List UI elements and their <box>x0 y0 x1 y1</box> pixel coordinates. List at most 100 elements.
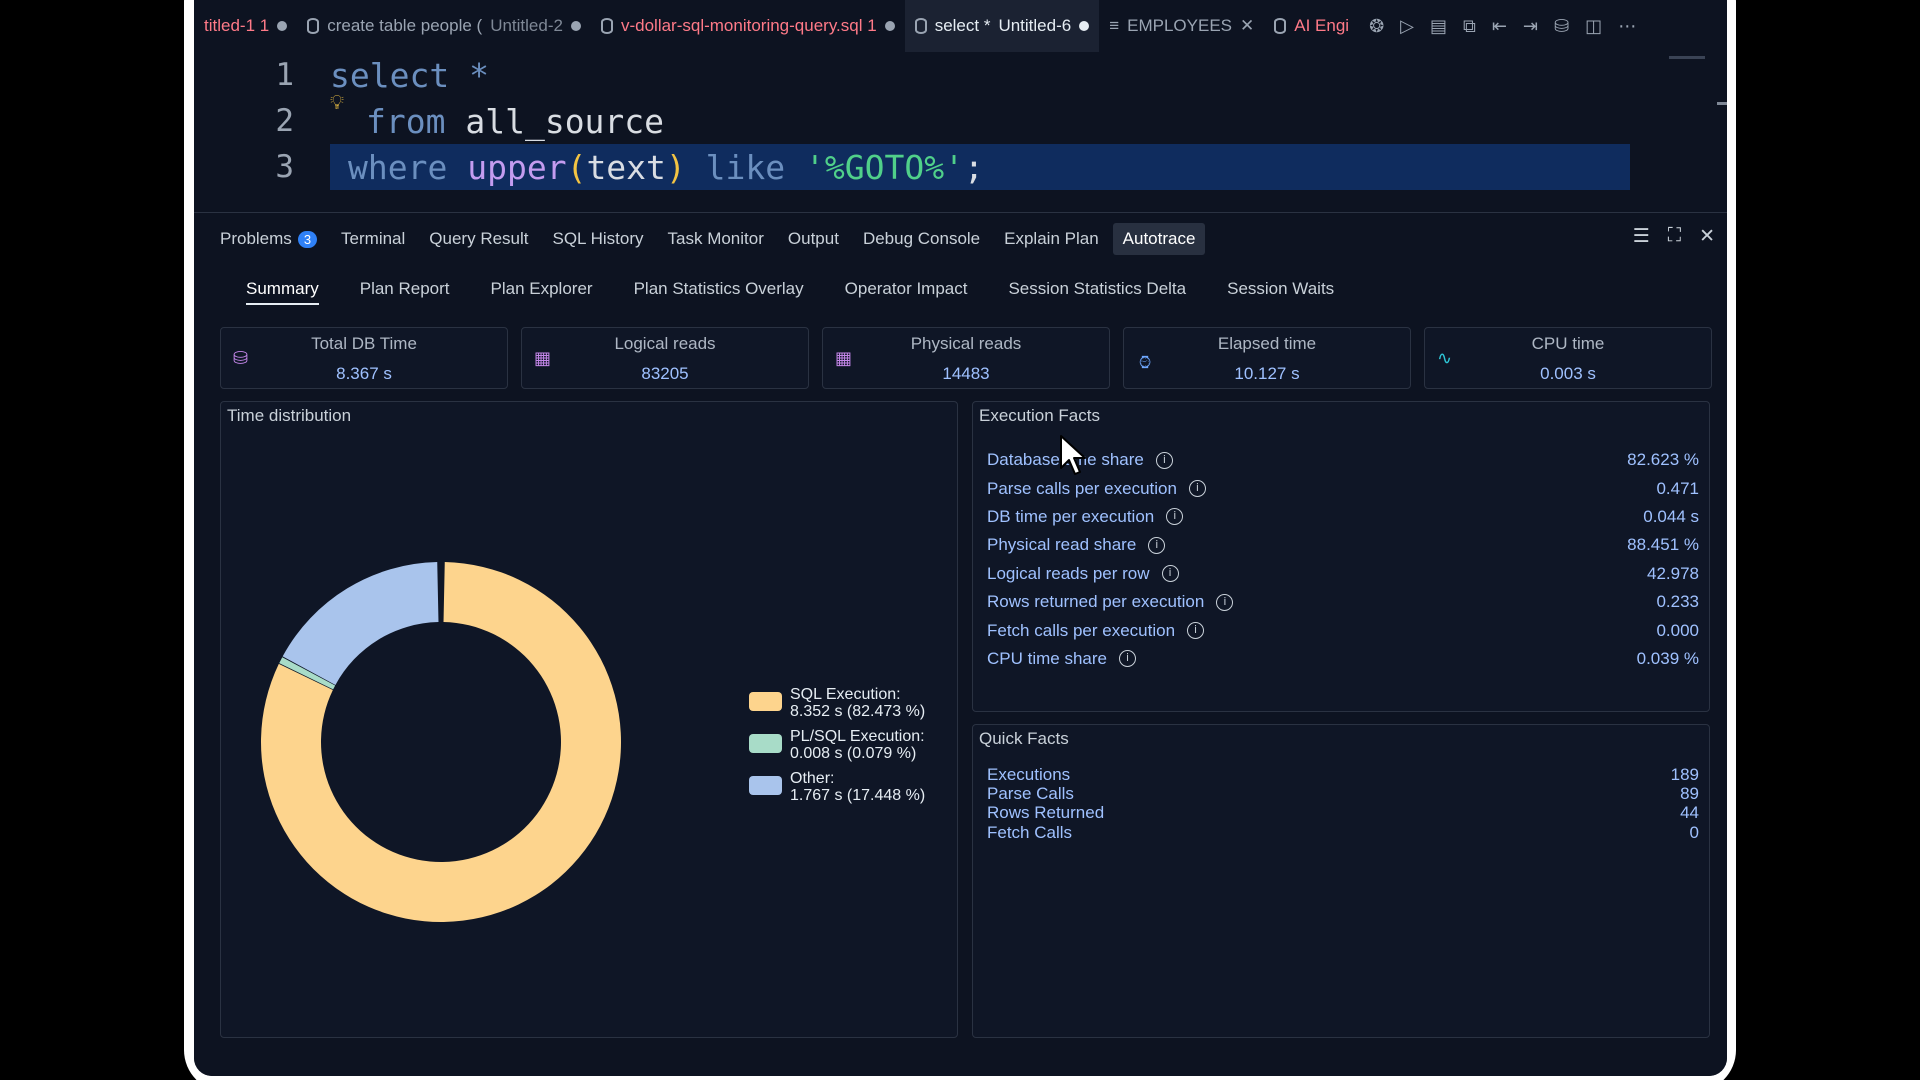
metric-value: 0.003 s <box>1540 364 1596 383</box>
fact-value: 82.623 % <box>1627 450 1699 470</box>
tab-debug-console[interactable]: Debug Console <box>853 223 990 255</box>
quick-fact-label: Executions <box>987 764 1071 784</box>
info-icon[interactable]: i <box>1155 451 1173 469</box>
sql-editor[interactable]: 1 select * 💡︎ 2 from all_source 3 where … <box>194 52 1727 210</box>
info-icon[interactable]: i <box>1118 650 1136 668</box>
quick-fact-value: 0 <box>1689 822 1699 842</box>
tab-v-dollar-sql[interactable]: v-dollar-sql-monitoring-query.sql 1 <box>591 0 905 52</box>
tab-terminal[interactable]: Terminal <box>331 223 415 255</box>
subtab-operator-impact[interactable]: Operator Impact <box>845 279 968 305</box>
metric-cards: ⛁ Total DB Time 8.367 s ▦ Logical reads … <box>220 327 1712 389</box>
quick-fact-label: Rows Returned <box>987 803 1105 823</box>
more-icon[interactable]: ⋯ <box>1618 16 1636 37</box>
commit-icon[interactable]: ⇤ <box>1492 16 1507 37</box>
tab-untitled-1[interactable]: titled-1 1 <box>194 0 297 52</box>
quick-fact-value: 44 <box>1680 803 1699 823</box>
database-icon <box>307 18 320 34</box>
quick-fact-row: Fetch Calls 0 <box>987 823 1699 842</box>
tab-label: Terminal <box>341 229 406 248</box>
ai-icon[interactable]: ❂ <box>1369 16 1384 37</box>
metric-cpu-time: ∿ CPU time 0.003 s <box>1424 327 1712 389</box>
table-icon: ≡ <box>1109 16 1120 35</box>
quick-facts-list: Executions 189 Parse Calls 89 Rows Returne… <box>987 765 1699 843</box>
metric-label: CPU time <box>1531 334 1605 353</box>
tab-label: Debug Console <box>862 229 981 248</box>
tab-autotrace[interactable]: Autotrace <box>1112 223 1206 255</box>
subtab-summary[interactable]: Summary <box>246 279 319 305</box>
modified-dot-icon <box>277 21 288 31</box>
tab-select-untitled-6[interactable]: select * Untitled-6 <box>904 0 1100 52</box>
tab-query-result[interactable]: Query Result <box>419 223 538 255</box>
quick-fact-value: 189 <box>1670 764 1699 784</box>
donut-slice-other[interactable] <box>282 562 439 685</box>
rollback-icon[interactable]: ⇥ <box>1523 16 1538 37</box>
fact-label: DB time per execution <box>987 506 1155 526</box>
legend-item-other[interactable]: Other: 1.767 s (17.448 %) <box>749 770 925 804</box>
code-token: from <box>366 101 446 141</box>
fact-row: Fetch calls per execution i 0.000 <box>987 616 1699 644</box>
execution-facts-list: Database time share i 82.623 % Parse calls… <box>987 446 1699 673</box>
tab-sql-history[interactable]: SQL History <box>543 223 654 255</box>
info-icon[interactable]: i <box>1188 480 1206 498</box>
tab-explain-plan[interactable]: Explain Plan <box>994 223 1109 255</box>
info-icon[interactable]: i <box>1216 593 1234 611</box>
fact-row: Database time share i 82.623 % <box>987 446 1699 474</box>
metric-value: 14483 <box>942 364 990 383</box>
close-icon[interactable]: ✕ <box>1699 225 1715 248</box>
code-token: '%GOTO%' <box>805 147 964 187</box>
tab-employees[interactable]: ≡ EMPLOYEES ✕ <box>1099 0 1264 52</box>
tab-label: v-dollar-sql-monitoring-query.sql 1 <box>620 16 877 35</box>
info-icon[interactable]: i <box>1166 508 1184 526</box>
db-settings-icon[interactable]: ⛁ <box>1554 16 1569 37</box>
screen: titled-1 1 create table people ( Untitle… <box>194 0 1727 1076</box>
mouse-cursor-icon <box>1060 435 1086 475</box>
quick-fact-row: Rows Returned 44 <box>987 803 1699 823</box>
tab-label: Problems <box>220 229 292 248</box>
code-line[interactable]: 2 from all_source <box>194 98 1727 144</box>
tab-problems[interactable]: Problems 3 <box>210 223 327 255</box>
fact-row: Logical reads per row i 42.978 <box>987 560 1699 588</box>
code-token: where <box>348 147 448 187</box>
subtab-plan-report[interactable]: Plan Report <box>360 279 450 305</box>
code-token: like <box>705 147 786 187</box>
database-icon <box>600 18 613 34</box>
subtab-plan-explorer[interactable]: Plan Explorer <box>491 279 593 305</box>
legend-item-plsql-execution[interactable]: PL/SQL Execution: 0.008 s (0.079 %) <box>749 728 925 762</box>
legend-detail: 1.767 s (17.448 %) <box>790 787 926 804</box>
legend-detail: 8.352 s (82.473 %) <box>790 703 926 720</box>
tab-label: EMPLOYEES <box>1127 16 1233 35</box>
run-icon[interactable]: ▷ <box>1400 16 1414 37</box>
close-icon[interactable]: ✕ <box>1240 16 1254 36</box>
run-script-icon[interactable]: ▤ <box>1430 16 1447 37</box>
fact-value: 0.039 % <box>1636 648 1699 668</box>
maximize-icon[interactable]: ⛶ <box>1668 225 1681 248</box>
tab-ai-engine[interactable]: AI Engi <box>1264 0 1359 52</box>
legend-item-sql-execution[interactable]: SQL Execution: 8.352 s (82.473 %) <box>749 686 925 720</box>
filter-icon[interactable]: ☰ <box>1633 225 1650 248</box>
tab-task-monitor[interactable]: Task Monitor <box>658 223 774 255</box>
fact-label: Parse calls per execution <box>987 478 1177 498</box>
metric-elapsed-time: ⌚︎ Elapsed time 10.127 s <box>1123 327 1411 389</box>
explain-icon[interactable]: ⧉ <box>1463 16 1476 37</box>
line-code: select * <box>330 56 489 95</box>
code-line[interactable]: 1 select * <box>194 52 1727 98</box>
code-line-selected[interactable]: 3 where upper(text) like '%GOTO%'; <box>194 144 1727 190</box>
code-token: ( <box>566 147 587 187</box>
quick-fact-value: 89 <box>1680 784 1699 804</box>
tab-create-table-people[interactable]: create table people ( Untitled-2 <box>297 0 591 52</box>
tab-output[interactable]: Output <box>778 223 849 255</box>
info-icon[interactable]: i <box>1161 565 1179 583</box>
info-icon[interactable]: i <box>1148 536 1166 554</box>
code-token: text <box>586 147 666 187</box>
subtab-plan-statistics-overlay[interactable]: Plan Statistics Overlay <box>634 279 804 305</box>
subtab-session-waits[interactable]: Session Waits <box>1227 279 1334 305</box>
legend-name: PL/SQL Execution: <box>790 728 925 745</box>
legend-swatch <box>749 776 782 795</box>
tab-label: create table people ( <box>327 16 483 35</box>
subtab-session-statistics-delta[interactable]: Session Statistics Delta <box>1008 279 1186 305</box>
split-editor-icon[interactable]: ◫ <box>1585 16 1602 37</box>
metric-total-db-time: ⛁ Total DB Time 8.367 s <box>220 327 508 389</box>
info-icon[interactable]: i <box>1187 622 1205 640</box>
